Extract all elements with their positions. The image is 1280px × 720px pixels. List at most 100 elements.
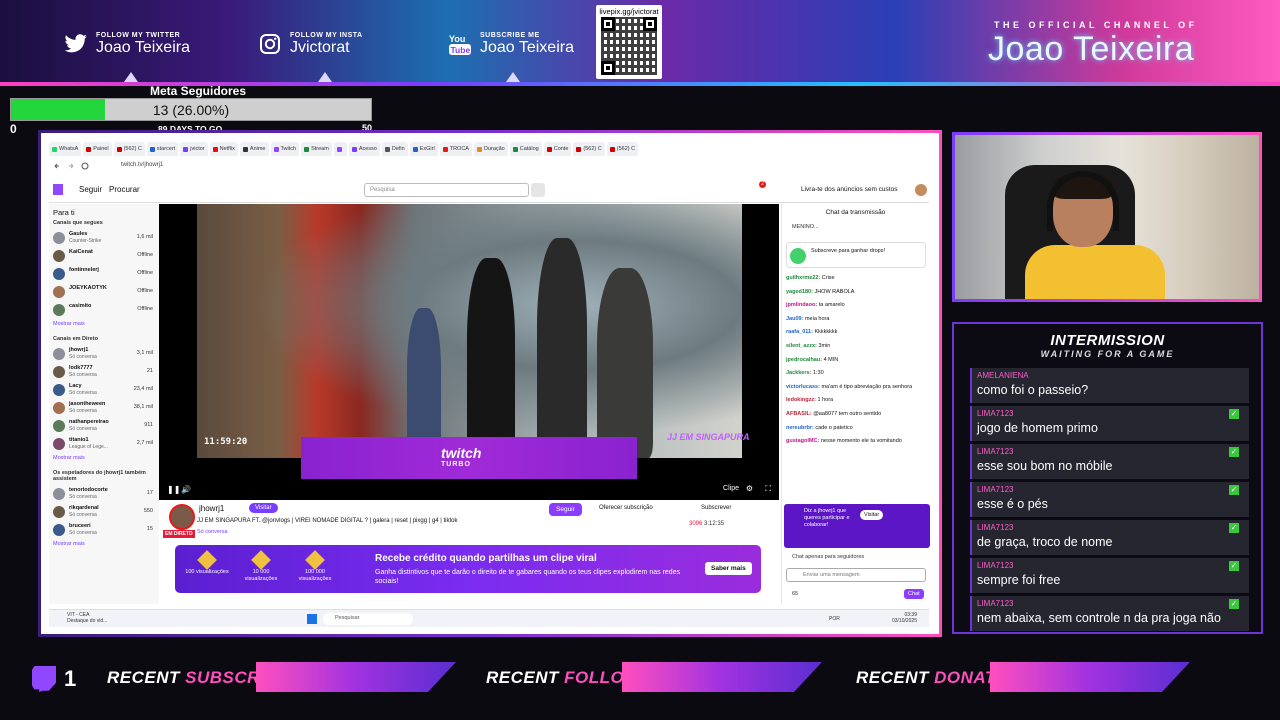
sidebar-channel[interactable]: JOEYKAOTYK Offline (49, 283, 159, 301)
url-text[interactable]: twitch.tv/jhowrj1 (121, 162, 163, 168)
chat-pinned[interactable]: MENINO... (792, 224, 819, 230)
browser-tab[interactable]: ExGirl (409, 142, 438, 156)
sidebar-channel[interactable]: fontinnelerj Offline (49, 265, 159, 283)
browser-tab[interactable]: Conte (543, 142, 572, 156)
sidebar-channel[interactable]: casimito Offline (49, 301, 159, 319)
drops-card[interactable]: Subscreve para ganhar drops! (786, 242, 926, 268)
streamer-avatar[interactable] (169, 504, 195, 530)
sidebar-channel[interactable]: titanio1 League of Lege... 2,7 mil (49, 435, 159, 453)
channel-game: Só conversa (69, 426, 97, 432)
chat-username[interactable]: silent_azzx: (786, 343, 817, 349)
address-bar[interactable]: twitch.tv/jhowrj1 (49, 159, 929, 173)
chat-username[interactable]: jpmlindaoo: (786, 302, 817, 308)
sidebar-channel[interactable]: Gaules Counter-Strike 1,6 mil (49, 229, 159, 247)
browser-tab[interactable]: jvictor (180, 142, 208, 156)
sidebar-channel[interactable]: KaiCenat Offline (49, 247, 159, 265)
taskbar-clock[interactable]: 03:39 03/10/2025 (892, 612, 917, 624)
promo-milestone: 100 000 visualizações (293, 550, 337, 583)
channel-name: Gaules (69, 231, 88, 237)
tab-label: (562) C (123, 146, 142, 152)
sidebar-channel[interactable]: tenoriodocorte Só conversa 17 (49, 485, 159, 503)
webcam-frame (952, 132, 1262, 302)
subscribe-button[interactable]: Subscrever (701, 505, 731, 511)
sidebar-channel[interactable]: lodk7777 Só conversa 21 (49, 363, 159, 381)
browser-tab[interactable]: (562) C (606, 142, 639, 156)
stream-category[interactable]: Só conversa (197, 529, 228, 535)
browser-tab[interactable] (333, 142, 347, 156)
sidebar-channel[interactable]: rikqardenal Só conversa 550 (49, 503, 159, 521)
volume-icon[interactable]: 🔊 (181, 485, 191, 494)
chat-username[interactable]: AFBASIL: (786, 411, 812, 417)
turbo-ad-banner[interactable]: twitch TURBO (301, 437, 637, 479)
nav-browse[interactable]: Procurar (109, 185, 140, 194)
windows-start-icon[interactable] (307, 614, 317, 624)
browser-tab[interactable]: WhatsA (49, 142, 82, 156)
browser-tab[interactable]: Twitch (270, 142, 300, 156)
settings-icon[interactable]: ⚙ (746, 484, 753, 493)
channel-name: jasontheween (69, 401, 106, 407)
chat-username[interactable]: raafa_011: (786, 329, 813, 335)
avatar[interactable] (915, 184, 927, 196)
show-more-link[interactable]: Mostrar mais (49, 319, 159, 333)
browser-tab[interactable]: Catálog (509, 142, 542, 156)
pause-icon[interactable]: ❚❚ (167, 485, 180, 494)
clip-button[interactable]: Clipe (723, 485, 739, 492)
official-channel-label: THE OFFICIAL CHANNEL OF (994, 20, 1198, 30)
nav-arrows-icon[interactable] (53, 161, 103, 171)
show-more-link[interactable]: Mostrar mais (49, 539, 159, 553)
browser-tab[interactable]: Defin (381, 142, 408, 156)
browser-tab[interactable]: Painel (83, 142, 112, 156)
channel-points[interactable]: 65 (792, 591, 798, 597)
chat-input[interactable]: Enviar uma mensagem (786, 568, 926, 582)
video-player[interactable]: 11:59:20 twitch TURBO JJ EM SINGAPURA ❚❚ … (159, 204, 779, 500)
visit-button[interactable]: Visitar (249, 503, 278, 513)
chat-username[interactable]: Jau09: (786, 316, 803, 322)
show-more-link[interactable]: Mostrar mais (49, 453, 159, 467)
browser-tab[interactable]: Acesso (348, 142, 380, 156)
chat-send-button[interactable]: Chat (904, 589, 924, 599)
browser-tab[interactable]: (562) C (113, 142, 145, 156)
sidebar-channel[interactable]: Lacy Só conversa 23,4 mil (49, 381, 159, 399)
collab-visit-button[interactable]: Visitar (860, 510, 884, 520)
message-username: LIMA7123 (977, 485, 1014, 494)
twitch-logo-icon[interactable] (53, 184, 63, 195)
gift-sub-button[interactable]: Oferecer subscrição (599, 505, 653, 511)
chat-username[interactable]: gustagolMC: (786, 438, 819, 444)
sidebar-channel[interactable]: bruceeri Só conversa 15 (49, 521, 159, 539)
taskbar-search[interactable]: Pesquisar (323, 613, 413, 625)
browser-tab[interactable]: (562) C (573, 142, 605, 156)
youtube-promo: You Tube SUBSCRIBE ME Joao Teixeira (448, 32, 574, 56)
message-username: LIMA7123 (977, 523, 1014, 532)
chat-username[interactable]: yaged180: (786, 289, 813, 295)
follow-button[interactable]: Seguir (549, 503, 582, 516)
video-frame[interactable] (197, 204, 742, 458)
sidebar-channel[interactable]: jhowrj1 Só conversa 3,1 mil (49, 345, 159, 363)
chat-username[interactable]: nereubrbr: (786, 425, 814, 431)
fullscreen-icon[interactable]: ⛶ (765, 484, 771, 494)
avatar (53, 250, 65, 262)
ad-free-link[interactable]: Livra-te dos anúncios sem custos (801, 186, 897, 193)
browser-tab[interactable]: Stream (301, 142, 332, 156)
chat-username[interactable]: victorlucass: (786, 384, 820, 390)
browser-tab[interactable]: Duração (473, 142, 508, 156)
browser-tab[interactable]: Anime (239, 142, 269, 156)
chat-username[interactable]: guilhxrme22: (786, 275, 820, 281)
browser-tab[interactable]: TROCA (439, 142, 472, 156)
sidebar-channel[interactable]: jasontheween Só conversa 38,1 mil (49, 399, 159, 417)
language-indicator[interactable]: POR (829, 616, 840, 622)
weather-widget[interactable]: VIT - CEA Destaque do vid... (67, 612, 107, 624)
streamer-name[interactable]: jhowrj1 (199, 504, 224, 513)
learn-more-button[interactable]: Saber mais (705, 562, 752, 575)
nav-following[interactable]: Seguir (79, 185, 102, 194)
chat-username[interactable]: jpedrocalhau: (786, 357, 822, 363)
livepix-qr-code[interactable]: livepix.gg/jvictorat (596, 5, 662, 79)
chat-username[interactable]: ledokingzz: (786, 397, 816, 403)
search-icon[interactable] (531, 183, 545, 197)
browser-tab[interactable]: starcert (146, 142, 179, 156)
search-input[interactable]: Pesquisa (364, 183, 529, 197)
recent-donation-box (990, 662, 1190, 692)
chat-username[interactable]: Jackkers: (786, 370, 811, 376)
twitch-icon (32, 666, 56, 692)
browser-tab[interactable]: Netflix (209, 142, 238, 156)
sidebar-channel[interactable]: nathanpereirao Só conversa 911 (49, 417, 159, 435)
